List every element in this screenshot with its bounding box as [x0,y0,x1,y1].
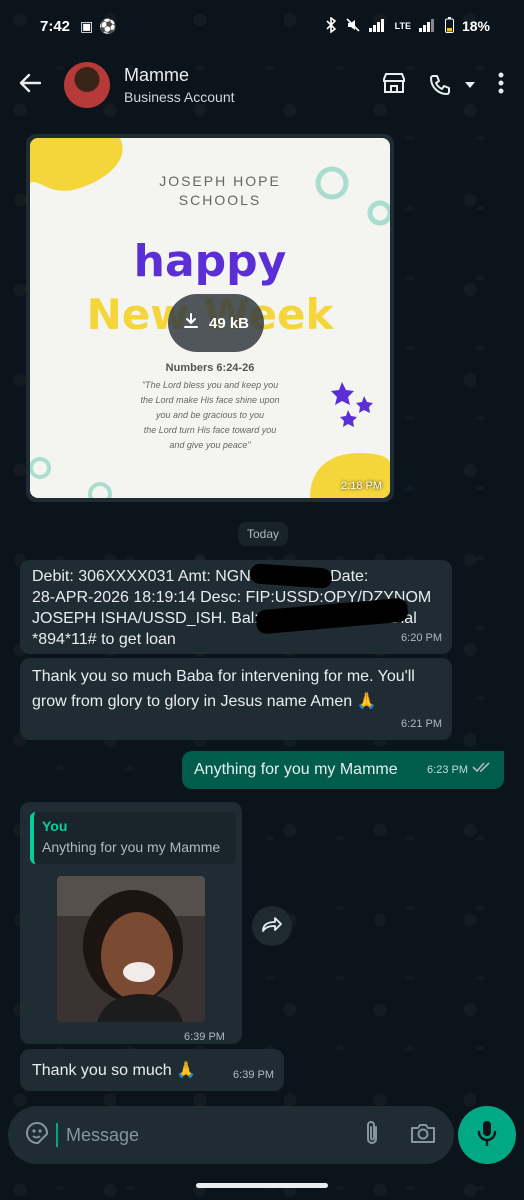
forward-button[interactable] [252,906,292,946]
more-vertical-icon[interactable] [498,72,504,99]
bluetooth-icon [325,15,337,36]
store-icon[interactable] [382,72,406,99]
photo-thumbnail[interactable] [57,876,205,1022]
mute-icon [345,17,361,36]
thanks-2-time: 6:39 PM [233,1069,274,1081]
contact-name: Mamme [124,65,190,85]
reply-1-time: 6:23 PM [427,760,492,781]
message-input[interactable]: Message [66,1125,364,1146]
message-reply-1[interactable]: Anything for you my Mamme 6:23 PM [182,751,504,789]
debit-line-1: Debit: 306XXXX031 Amt: NGN 0 Date: [32,566,440,587]
image-time: 2:18 PM [341,480,382,492]
download-button[interactable]: 49 kB [168,294,264,352]
text-caret [56,1123,58,1147]
signal-icon-2 [418,18,437,35]
message-composer[interactable]: Message [8,1106,454,1164]
attach-icon[interactable] [364,1120,380,1151]
date-divider: Today [238,522,288,546]
forward-icon [261,915,283,938]
debit-line-4: *894*11# to get loan [32,631,176,648]
status-bar: 7:42 ▣ ⚽ LTE 18% [0,0,524,52]
gesture-bar[interactable] [196,1183,328,1188]
chevron-down-icon[interactable] [464,76,476,94]
poster-headline-1: Happy [133,236,287,287]
network-type: LTE [394,21,411,31]
contact-info[interactable]: Mamme Business Account [124,65,382,105]
camera-icon[interactable] [410,1122,436,1149]
image-message[interactable]: JOSEPH HOPE SCHOOLS Happy New Week Numbe… [26,134,394,502]
poster-school: JOSEPH HOPE SCHOOLS [159,173,281,208]
download-icon [183,313,199,333]
image-thumbnail[interactable]: JOSEPH HOPE SCHOOLS Happy New Week Numbe… [30,138,390,498]
poster-verse-ref: Numbers 6:24-26 [165,362,255,374]
quoted-author: You [42,818,68,834]
football-icon: ⚽ [99,17,117,34]
battery-level: 18% [461,18,490,34]
back-arrow-icon [19,73,42,98]
avatar[interactable] [64,62,110,108]
download-size: 49 kB [208,314,250,332]
debit-line-1-a: Debit: 306XXXX031 Amt: NGN [32,568,251,585]
status-time: 7:42 [40,17,71,35]
back-button[interactable] [0,55,60,115]
quoted-message[interactable]: You Anything for you my Mamme [30,812,236,864]
message-thanks-1-text: Thank you so much Baba for intervening f… [32,668,415,710]
debit-time: 6:20 PM [401,632,442,644]
mic-icon [477,1120,497,1151]
sticker-icon[interactable] [24,1120,50,1151]
contact-subtitle: Business Account [124,89,235,105]
reply-1-time-text: 6:23 PM [427,764,468,776]
thanks-1-time: 6:21 PM [401,718,442,730]
chat-header: Mamme Business Account [0,52,524,118]
message-thanks-1[interactable]: Thank you so much Baba for intervening f… [20,658,452,740]
notification-icon: ▣ [80,17,94,34]
phone-icon[interactable] [428,73,476,97]
message-thanks-2[interactable]: Thank you so much 🙏 6:39 PM [20,1049,284,1091]
battery-icon [444,16,454,36]
signal-icon [368,18,387,35]
mic-button[interactable] [458,1106,516,1164]
poster-verse-text: "The Lord bless you and keep you the Lor… [140,380,280,450]
photo-reply-time: 6:39 PM [184,1031,225,1043]
quoted-text: Anything for you my Mamme [42,839,221,855]
double-check-icon [472,760,492,781]
